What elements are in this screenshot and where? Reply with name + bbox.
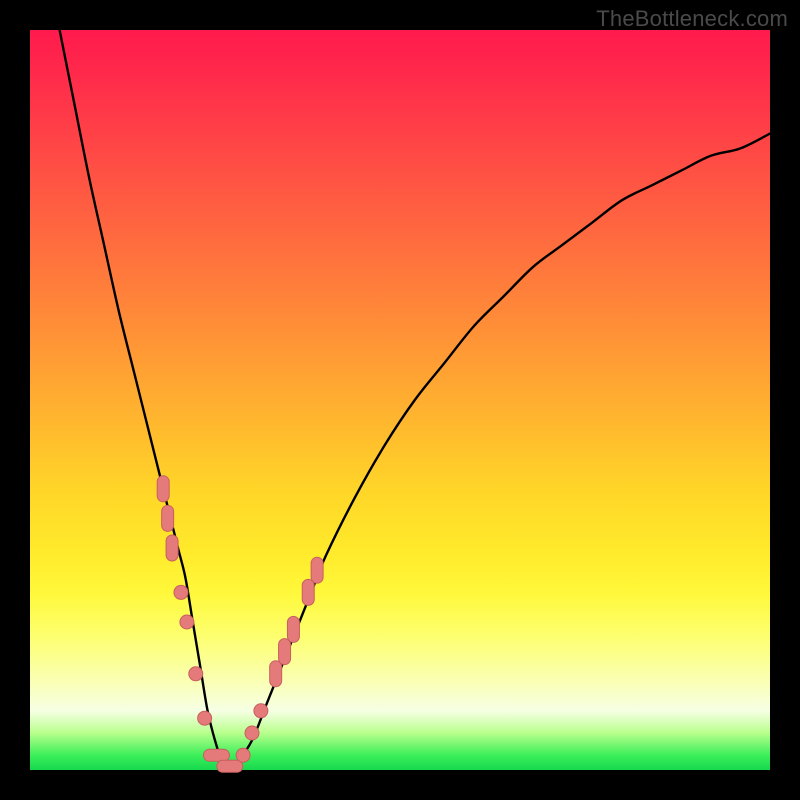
- data-marker: [270, 661, 282, 687]
- data-marker: [189, 667, 203, 681]
- data-marker: [174, 585, 188, 599]
- data-marker: [180, 615, 194, 629]
- data-marker: [166, 535, 178, 561]
- data-marker: [245, 726, 259, 740]
- bottleneck-curve: [60, 30, 770, 770]
- data-marker: [287, 616, 299, 642]
- data-marker: [162, 505, 174, 531]
- data-marker: [311, 557, 323, 583]
- data-marker: [198, 711, 212, 725]
- data-marker: [236, 748, 250, 762]
- data-marker: [157, 476, 169, 502]
- data-marker: [279, 639, 291, 665]
- curve-layer: [30, 30, 770, 770]
- data-marker: [217, 760, 243, 772]
- watermark-text: TheBottleneck.com: [596, 6, 788, 32]
- plot-area: [30, 30, 770, 770]
- data-markers: [157, 476, 323, 773]
- chart-frame: TheBottleneck.com: [0, 0, 800, 800]
- data-marker: [203, 749, 229, 761]
- data-marker: [254, 704, 268, 718]
- data-marker: [302, 579, 314, 605]
